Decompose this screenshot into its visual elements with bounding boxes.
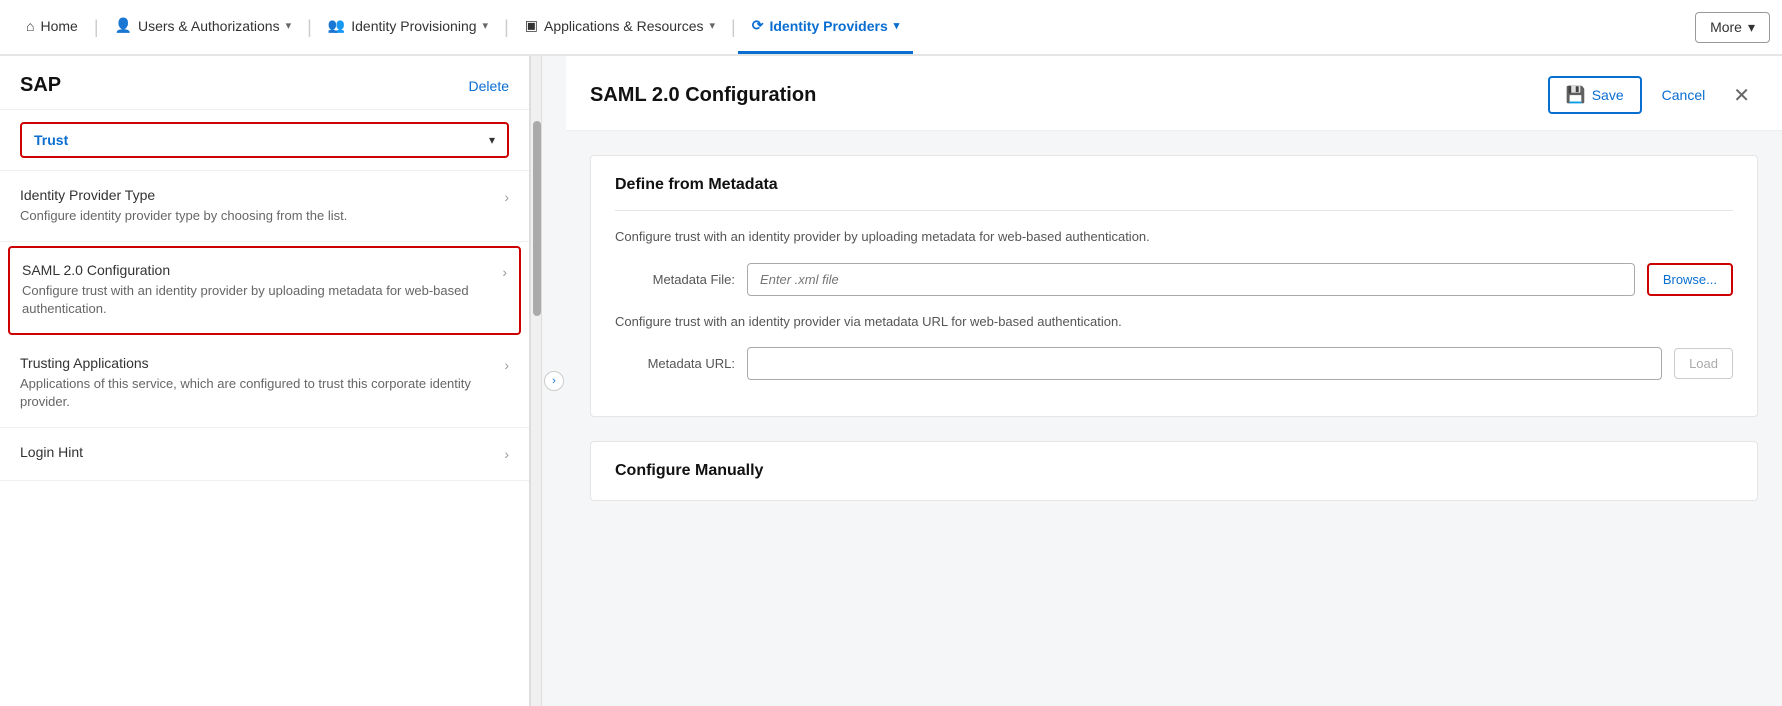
apps-chevron-icon: ▾ (710, 19, 716, 32)
configure-manually-title: Configure Manually (615, 462, 1733, 480)
close-button[interactable]: ✕ (1725, 79, 1758, 112)
nav-provisioning-label: Identity Provisioning (351, 18, 476, 34)
define-from-metadata-title: Define from Metadata (615, 176, 1733, 194)
nav-apps[interactable]: ▣ Applications & Resources ▾ (511, 0, 729, 54)
trust-select-label: Trust (34, 132, 489, 148)
nav-home[interactable]: ⌂ Home (12, 0, 92, 54)
save-icon: 💾 (1566, 85, 1586, 105)
metadata-file-row: Metadata File: Browse... (615, 263, 1733, 296)
menu-item-saml-arrow-icon: › (502, 264, 507, 280)
expand-panel-button[interactable]: › (544, 371, 564, 391)
menu-item-saml-title: SAML 2.0 Configuration (22, 262, 494, 278)
nav-divider-4: | (729, 0, 738, 54)
menu-item-idp-type-arrow-icon: › (504, 189, 509, 205)
menu-item-login-hint[interactable]: Login Hint › (0, 428, 529, 481)
save-button[interactable]: 💾 Save (1548, 76, 1642, 114)
identity-providers-icon: ⟳ (752, 17, 764, 34)
expand-button-container: › (542, 56, 566, 706)
menu-item-trusting-apps-desc: Applications of this service, which are … (20, 375, 496, 411)
menu-item-trusting-apps-arrow-icon: › (504, 357, 509, 373)
more-chevron-icon: ▾ (1748, 19, 1755, 36)
save-label: Save (1592, 87, 1624, 103)
more-button[interactable]: More ▾ (1695, 12, 1770, 43)
right-panel-header: SAML 2.0 Configuration 💾 Save Cancel ✕ (566, 56, 1782, 131)
metadata-url-row: Metadata URL: Load (615, 347, 1733, 380)
menu-item-login-hint-content: Login Hint (20, 444, 496, 464)
right-panel-actions: 💾 Save Cancel ✕ (1548, 76, 1758, 114)
menu-item-login-hint-arrow-icon: › (504, 446, 509, 462)
browse-button[interactable]: Browse... (1647, 263, 1733, 296)
section-divider-1 (615, 210, 1733, 211)
menu-item-trusting-apps[interactable]: Trusting Applications Applications of th… (0, 339, 529, 428)
left-menu-scroll: Identity Provider Type Configure identit… (0, 171, 529, 706)
metadata-url-desc: Configure trust with an identity provide… (615, 312, 1733, 332)
trust-chevron-icon: ▾ (489, 133, 495, 147)
scrollbar-thumb (533, 121, 541, 316)
delete-button[interactable]: Delete (469, 78, 509, 94)
metadata-file-desc: Configure trust with an identity provide… (615, 227, 1733, 247)
nav-identity-providers[interactable]: ⟳ Identity Providers ▾ (738, 0, 914, 54)
left-panel-title: SAP (20, 74, 61, 97)
metadata-file-label: Metadata File: (615, 272, 735, 287)
load-button[interactable]: Load (1674, 348, 1733, 379)
identity-providers-chevron-icon: ▾ (894, 19, 900, 32)
menu-item-idp-type-content: Identity Provider Type Configure identit… (20, 187, 496, 225)
right-panel-title: SAML 2.0 Configuration (590, 84, 816, 107)
nav-home-label: Home (40, 18, 77, 34)
metadata-url-input[interactable] (747, 347, 1662, 380)
nav-divider-2: | (305, 0, 314, 54)
left-panel: SAP Delete Trust ▾ Identity Provider Typ… (0, 56, 530, 706)
more-label: More (1710, 19, 1742, 35)
nav-divider-1: | (92, 0, 101, 54)
right-panel: SAML 2.0 Configuration 💾 Save Cancel ✕ D… (566, 56, 1782, 706)
nav-identity-providers-label: Identity Providers (769, 18, 887, 34)
cancel-button[interactable]: Cancel (1654, 80, 1714, 110)
configure-manually-section: Configure Manually (590, 441, 1758, 501)
metadata-file-input[interactable] (747, 263, 1635, 296)
users-icon: 👤 (115, 17, 132, 34)
menu-item-saml-content: SAML 2.0 Configuration Configure trust w… (22, 262, 494, 318)
top-navigation: ⌂ Home | 👤 Users & Authorizations ▾ | 👥 … (0, 0, 1782, 56)
menu-item-trusting-apps-title: Trusting Applications (20, 355, 496, 371)
nav-provisioning[interactable]: 👥 Identity Provisioning ▾ (314, 0, 502, 54)
left-header: SAP Delete (0, 56, 529, 110)
left-scrollbar[interactable] (530, 56, 542, 706)
menu-item-trusting-apps-content: Trusting Applications Applications of th… (20, 355, 496, 411)
users-chevron-icon: ▾ (286, 19, 292, 32)
nav-divider-3: | (502, 0, 511, 54)
provisioning-icon: 👥 (328, 17, 345, 34)
menu-item-saml[interactable]: SAML 2.0 Configuration Configure trust w… (8, 246, 521, 334)
menu-item-login-hint-title: Login Hint (20, 444, 496, 460)
main-layout: SAP Delete Trust ▾ Identity Provider Typ… (0, 56, 1782, 706)
trust-select[interactable]: Trust ▾ (20, 122, 509, 158)
nav-users-label: Users & Authorizations (138, 18, 280, 34)
home-icon: ⌂ (26, 18, 34, 34)
menu-item-idp-type-title: Identity Provider Type (20, 187, 496, 203)
define-from-metadata-section: Define from Metadata Configure trust wit… (590, 155, 1758, 417)
provisioning-chevron-icon: ▾ (483, 19, 489, 32)
close-icon: ✕ (1733, 85, 1750, 107)
metadata-url-label: Metadata URL: (615, 356, 735, 371)
nav-apps-label: Applications & Resources (544, 18, 704, 34)
apps-icon: ▣ (525, 17, 538, 34)
right-panel-content: Define from Metadata Configure trust wit… (566, 131, 1782, 525)
menu-item-idp-type[interactable]: Identity Provider Type Configure identit… (0, 171, 529, 242)
menu-item-saml-desc: Configure trust with an identity provide… (22, 282, 494, 318)
menu-item-idp-type-desc: Configure identity provider type by choo… (20, 207, 496, 225)
nav-users[interactable]: 👤 Users & Authorizations ▾ (101, 0, 306, 54)
trust-dropdown-container: Trust ▾ (0, 110, 529, 171)
